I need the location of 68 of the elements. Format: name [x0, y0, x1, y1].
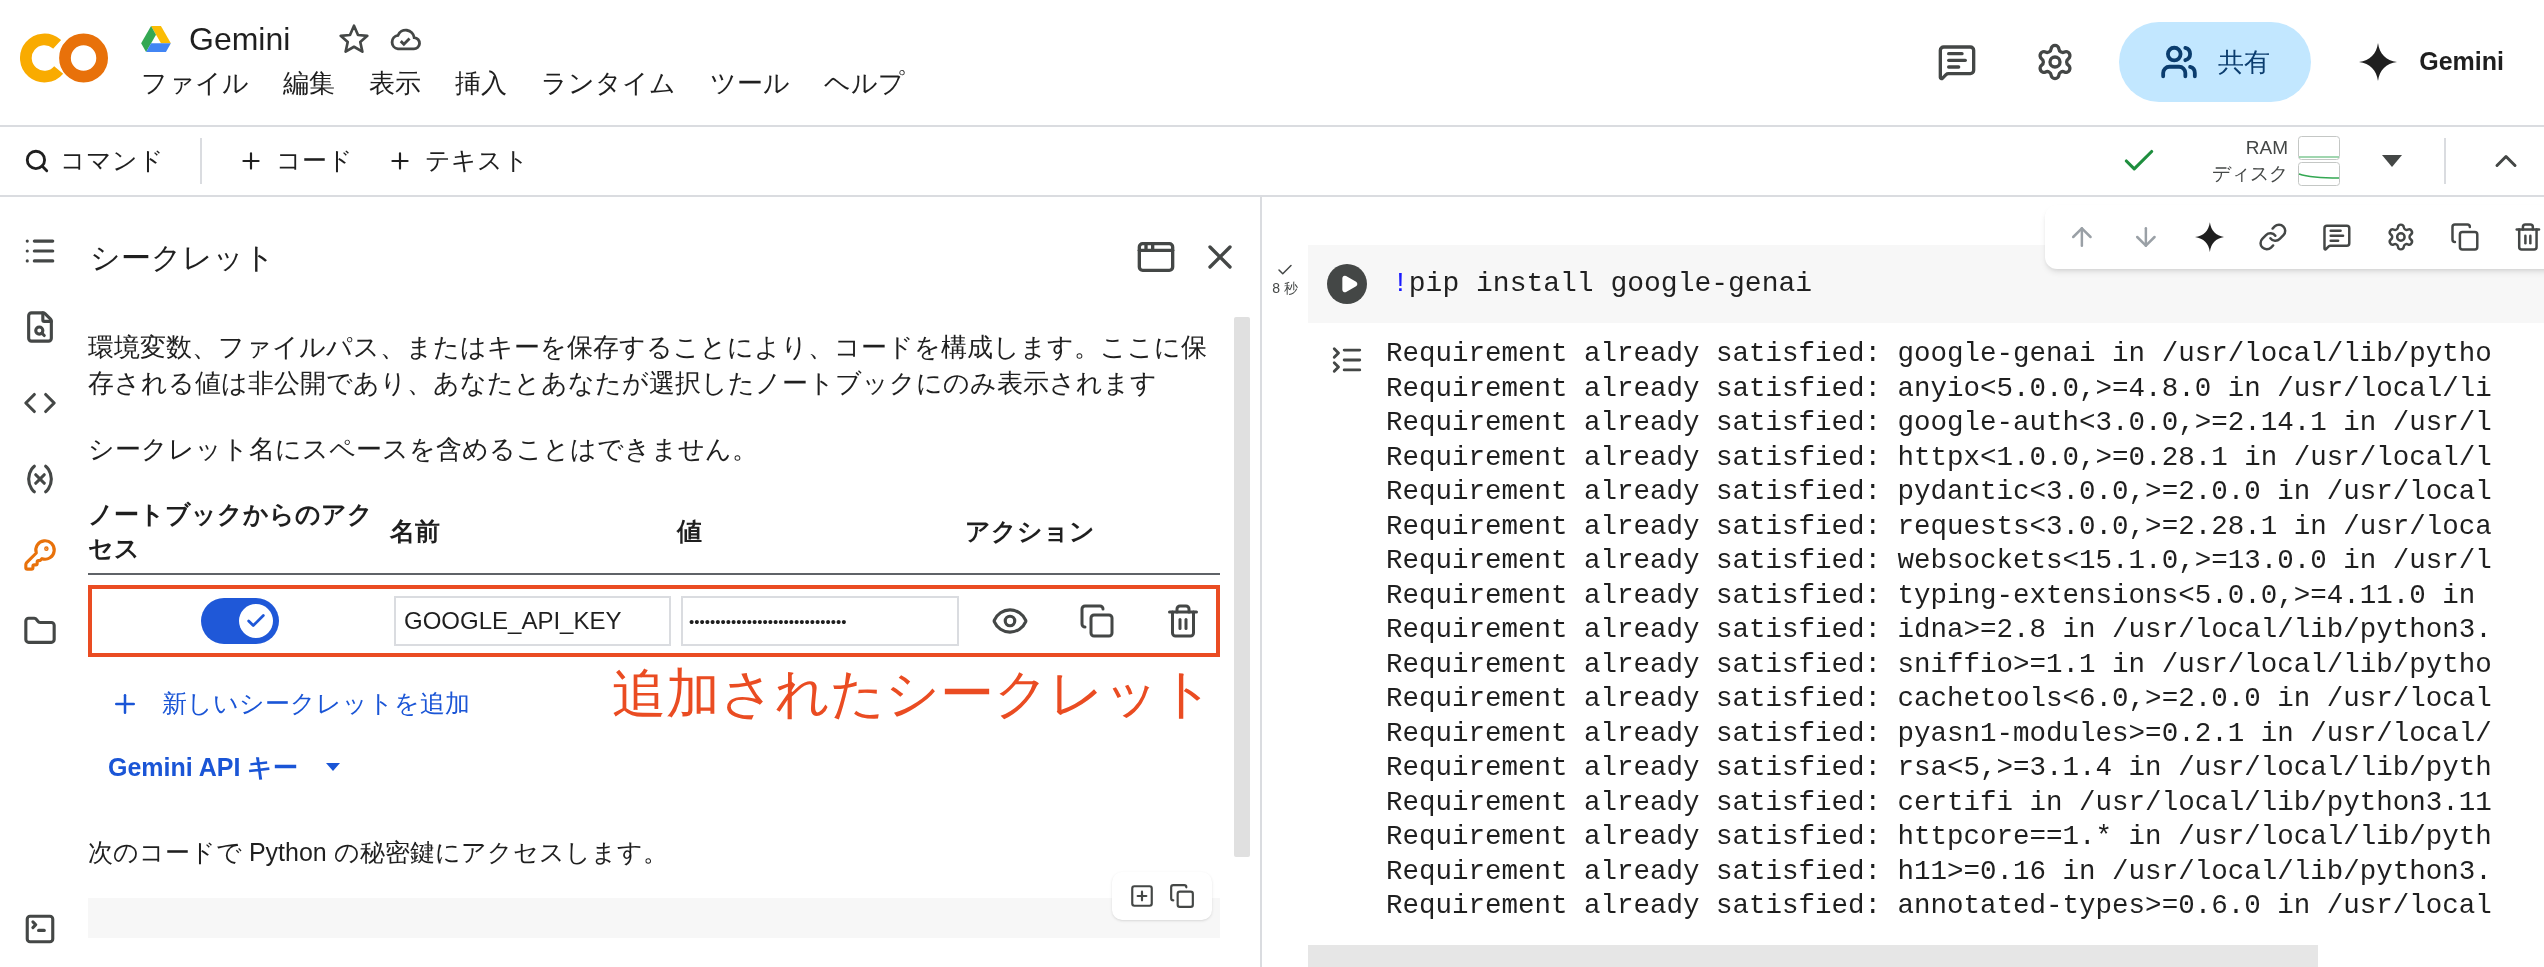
delete-icon[interactable] [1165, 603, 1201, 639]
output-line: Requirement already satisfied: anyio<5.0.0,>=4.8.0 in /usr/local/li [1386, 371, 2492, 406]
column-header: ノートブックからのアクセス [88, 499, 374, 564]
copy-snippet-icon[interactable] [1169, 882, 1195, 909]
output-line: Requirement already satisfied: annotated-types>=0.6.0 in /usr/local [1386, 889, 2492, 923]
command-button[interactable]: コマンド [24, 142, 164, 180]
access-toggle[interactable] [201, 598, 279, 644]
star-icon[interactable] [338, 23, 371, 55]
sparkle-icon [2194, 221, 2225, 253]
disk-label: ディスク [2212, 162, 2288, 186]
search-icon [24, 148, 50, 174]
output-line: Requirement already satisfied: httpcore==1.* in /usr/local/lib/pyth [1386, 820, 2492, 854]
output-line: Requirement already satisfied: google-genai in /usr/local/lib/pytho [1386, 337, 2492, 371]
output-line: Requirement already satisfied: rsa<5,>=3.1.4 in /usr/local/lib/pyth [1386, 751, 2492, 785]
code-line: !pip install google-genai [1392, 267, 1813, 301]
code-intro-text: 次のコードで Python の秘密鍵にアクセスします。 [88, 837, 669, 868]
insert-icon[interactable] [1129, 882, 1155, 909]
drive-icon [141, 26, 171, 52]
description-text: 環境変数、ファイルパス、またはキーを保存することにより、コードを構成します。ここに保存される値は非公開であり、あなたとあなたが選択したノートブックにのみ表示されます [88, 331, 1208, 400]
add-text-button[interactable]: テキスト [387, 142, 529, 180]
gemini-button[interactable]: Gemini [2359, 43, 2504, 81]
comment-icon[interactable] [1937, 42, 1978, 82]
delete-cell-icon[interactable] [2513, 221, 2543, 253]
secret-value-field[interactable]: •••••••••••••••••••••••••••••• [681, 596, 959, 646]
output-line: Requirement already satisfied: pydantic<3.0.0,>=2.0.0 in /usr/local [1386, 475, 2492, 509]
ram-label: RAM [2245, 136, 2288, 160]
panel-title: シークレット [90, 239, 275, 276]
execution-time: 8 秒 [1272, 279, 1298, 297]
link-icon[interactable] [2258, 221, 2288, 253]
output-line: Requirement already satisfied: sniffio>=1.1 in /usr/local/lib/pytho [1386, 647, 2492, 682]
menu-item[interactable]: ランタイム [541, 70, 676, 96]
output-line: Requirement already satisfied: websockets<15.1.0,>=13.0.0 in /usr/l [1386, 544, 2492, 578]
gemini-api-key-dropdown[interactable]: Gemini API キー [108, 748, 341, 786]
output-line: Requirement already satisfied: idna>=2.8 in /usr/local/lib/python3. [1386, 613, 2492, 647]
menu-item[interactable]: 編集 [283, 70, 335, 96]
output-line: Requirement already satisfied: google-auth<3.0.0,>=2.14.1 in /usr/l [1386, 406, 2492, 440]
run-cell-button[interactable] [1327, 264, 1367, 304]
note-text: シークレット名にスペースを含めることはできません。 [88, 433, 759, 466]
notebook-title[interactable]: Gemini [189, 23, 291, 55]
output-line: Requirement already satisfied: requests<3.0.0,>=2.28.1 in /usr/loca [1386, 509, 2492, 544]
menu-item[interactable]: 表示 [369, 70, 421, 96]
people-icon [2160, 43, 2199, 81]
column-header: アクション [965, 516, 1096, 547]
output-line: Requirement already satisfied: httpx<1.0.0,>=0.28.1 in /usr/local/l [1386, 440, 2492, 475]
colab-logo[interactable] [20, 31, 108, 85]
output-line: Requirement already satisfied: cachetools<6.0,>=2.0.0 in /usr/local [1386, 682, 2492, 716]
copy-icon[interactable] [1079, 603, 1115, 639]
disk-usage-graph [2298, 162, 2340, 186]
ram-usage-graph [2298, 136, 2340, 160]
add-code-button[interactable]: コード [238, 142, 353, 180]
share-button[interactable]: 共有 [2119, 22, 2312, 102]
sparkle-icon [2359, 43, 2398, 81]
settings-icon[interactable] [2385, 221, 2416, 253]
dropdown-caret-icon[interactable] [2382, 155, 2402, 167]
menu-item[interactable]: ツール [710, 70, 790, 96]
output-line: Requirement already satisfied: pyasn1-modules>=0.2.1 in /usr/local/ [1386, 716, 2492, 751]
output-line: Requirement already satisfied: typing-extensions<5.0.0,>=4.11.0 in [1386, 578, 2477, 613]
secret-name-field[interactable]: GOOGLE_API_KEY [394, 596, 671, 646]
menu-item[interactable]: ファイル [141, 70, 249, 96]
column-header: 値 [677, 516, 703, 547]
menu-item[interactable]: 挿入 [455, 70, 507, 96]
menu-item[interactable]: ヘルプ [824, 70, 905, 96]
output-line: Requirement already satisfied: h11>=0.16 in /usr/local/lib/python3. [1386, 854, 2492, 889]
add-secret-link[interactable]: 新しいシークレットを追加 [110, 685, 470, 723]
annotation-label: 追加されたシークレット [612, 665, 1214, 720]
column-header: 名前 [390, 516, 441, 547]
caret-icon [326, 763, 341, 772]
output-line: Requirement already satisfied: certifi in /usr/local/lib/python3.11 [1386, 785, 2492, 820]
